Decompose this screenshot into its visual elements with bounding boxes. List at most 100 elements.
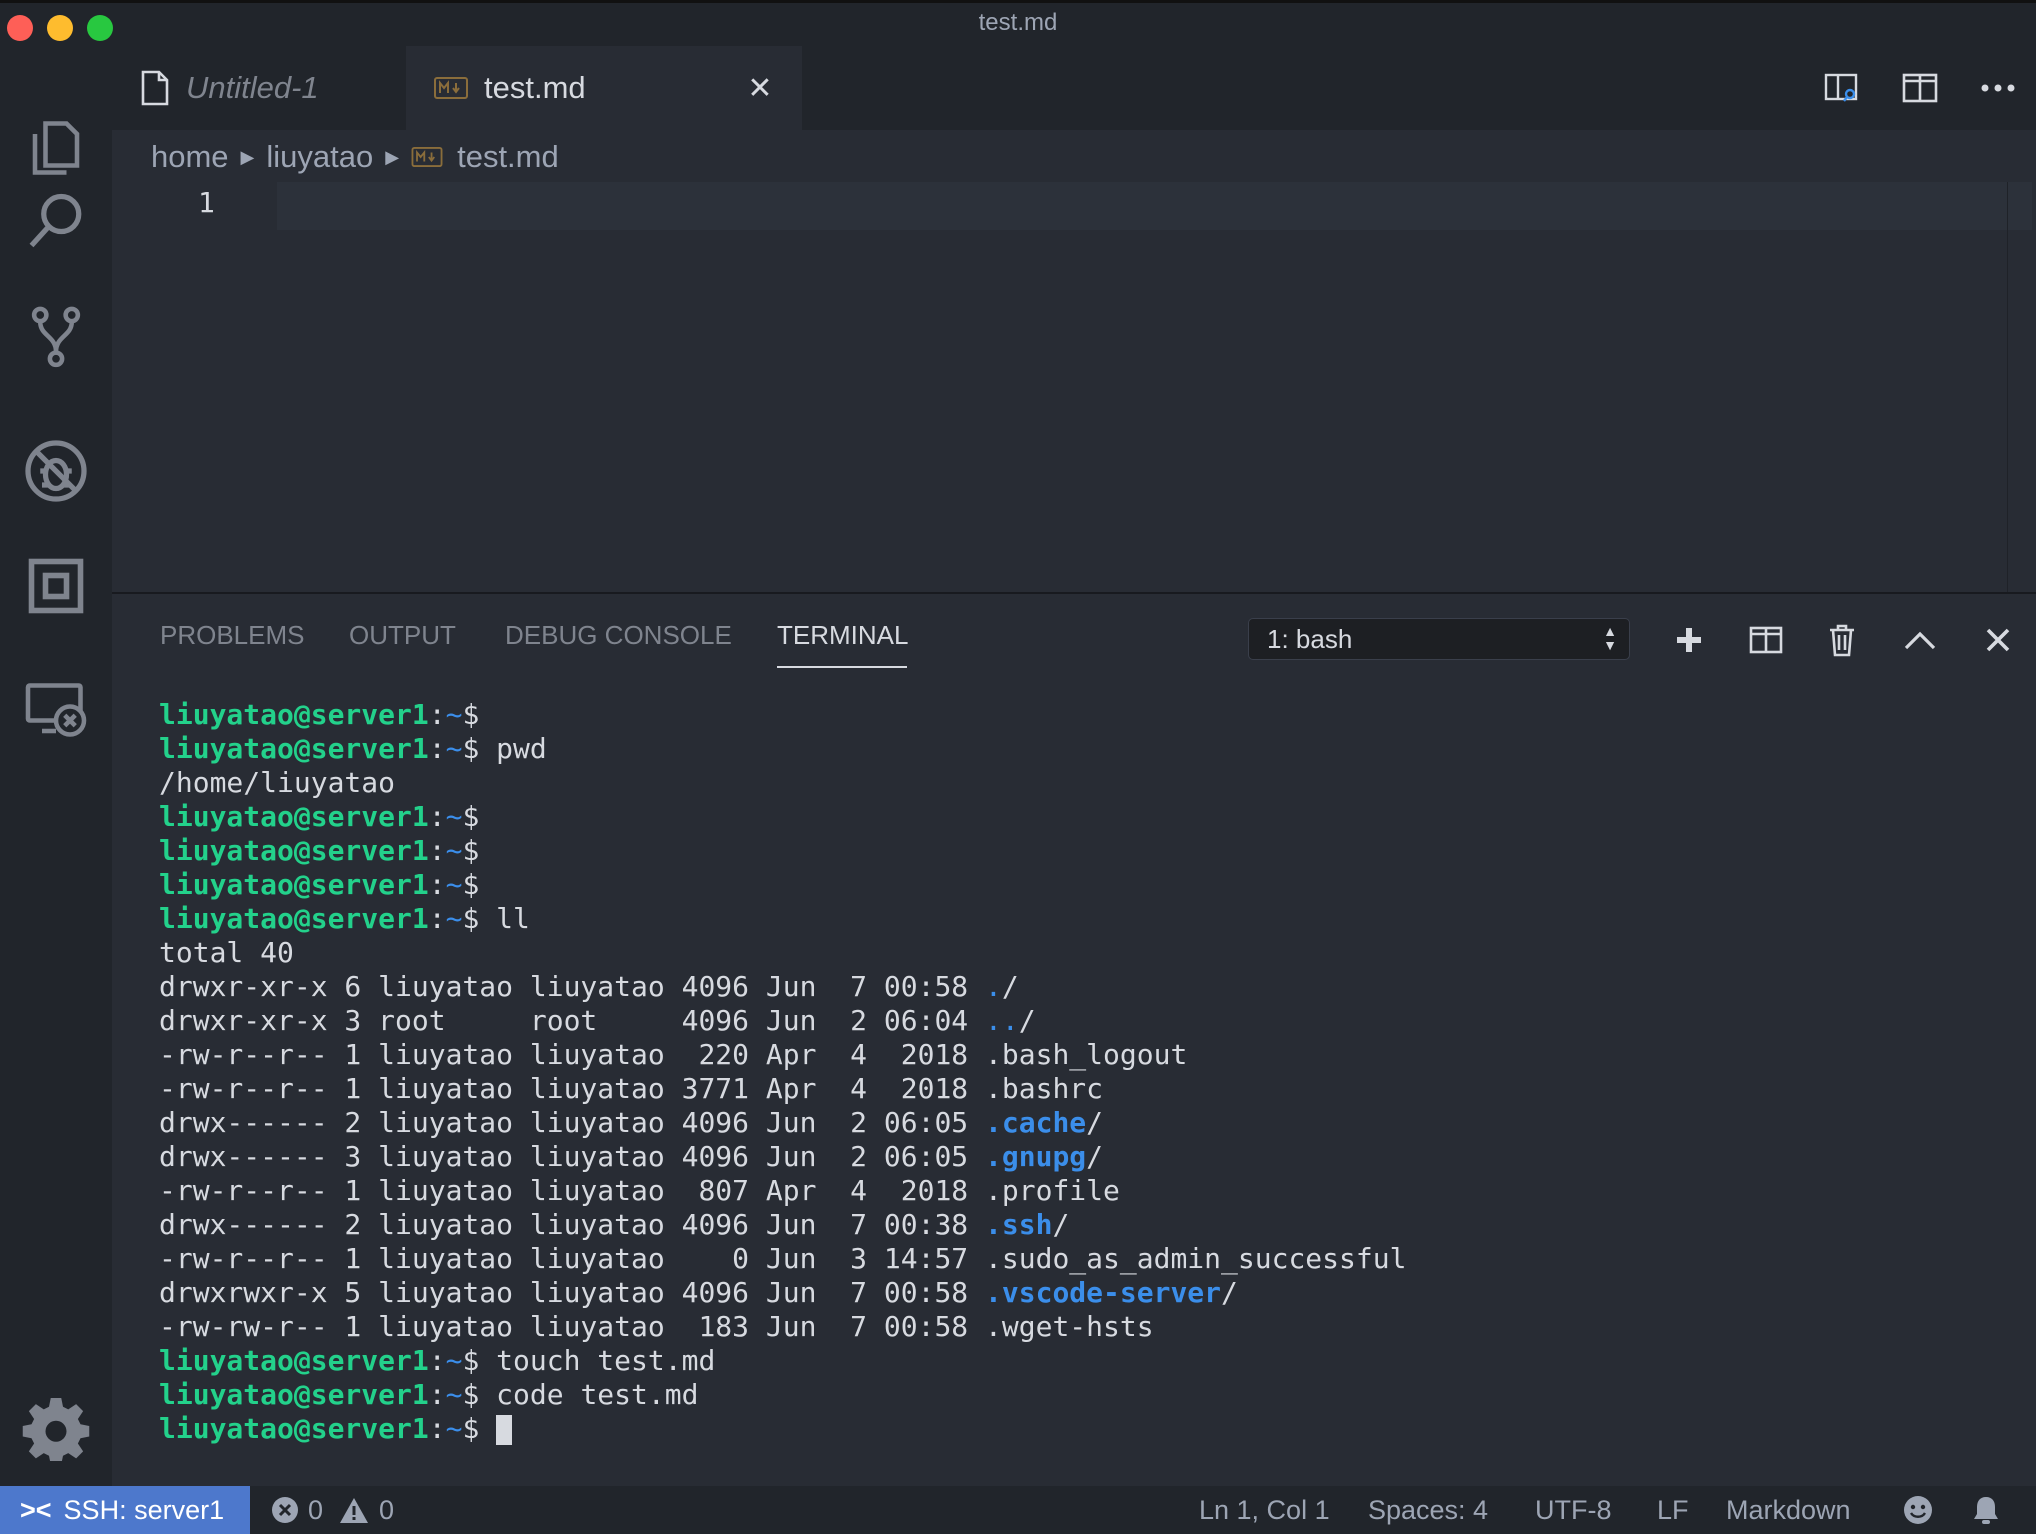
tab-untitled-1[interactable]: Untitled-1 xyxy=(112,46,402,130)
ls-entry-meta: drwx------ 3 liuyatao liuyatao 4096 Jun … xyxy=(159,1140,986,1173)
markdown-icon xyxy=(411,147,443,167)
chevron-up-icon[interactable] xyxy=(1898,618,1942,662)
prompt-colon: : xyxy=(428,902,446,935)
terminal-line: drwx------ 3 liuyatao liuyatao 4096 Jun … xyxy=(159,1140,1959,1174)
error-icon xyxy=(272,1497,298,1523)
prompt-user: liuyatao@server1 xyxy=(159,800,429,833)
ls-entry-meta: drwxrwxr-x 5 liuyatao liuyatao 4096 Jun … xyxy=(159,1276,986,1309)
indentation[interactable]: Spaces: 4 xyxy=(1368,1486,1488,1534)
notifications-bell-icon[interactable] xyxy=(1971,1486,2001,1534)
ls-entry-name: .profile xyxy=(985,1174,1120,1207)
terminal-line: /home/liuyatao xyxy=(159,766,1959,800)
remote-icon: >< xyxy=(20,1494,52,1525)
terminal-line: drwxr-xr-x 6 liuyatao liuyatao 4096 Jun … xyxy=(159,970,1959,1004)
encoding[interactable]: UTF-8 xyxy=(1535,1486,1612,1534)
breadcrumb: home ▶ liuyatao ▶ test.md xyxy=(151,134,559,180)
ls-entry-suffix: / xyxy=(1086,1106,1104,1139)
prompt-path: ~ xyxy=(445,834,463,867)
command-text: ll xyxy=(479,902,530,935)
tab-test-md[interactable]: test.md ✕ xyxy=(406,46,802,130)
breadcrumb-item-home[interactable]: home xyxy=(151,139,229,175)
end-of-line[interactable]: LF xyxy=(1657,1486,1689,1534)
ls-entry-meta: drwx------ 2 liuyatao liuyatao 4096 Jun … xyxy=(159,1106,986,1139)
prompt-user: liuyatao@server1 xyxy=(159,1412,429,1445)
prompt-symbol: $ xyxy=(462,1378,480,1411)
close-tab-icon[interactable]: ✕ xyxy=(740,68,780,108)
activity-bar xyxy=(0,46,112,1486)
tab-output[interactable]: OUTPUT xyxy=(349,620,456,651)
prompt-colon: : xyxy=(428,1378,446,1411)
source-control-icon[interactable] xyxy=(16,296,96,376)
breadcrumb-item-liuyatao[interactable]: liuyatao xyxy=(266,139,373,175)
prompt-path: ~ xyxy=(445,698,463,731)
debug-icon[interactable] xyxy=(16,431,96,511)
command-text xyxy=(479,1412,496,1445)
files-icon[interactable] xyxy=(16,108,96,188)
ls-entry-meta: -rw-r--r-- 1 liuyatao liuyatao 807 Apr 4… xyxy=(159,1174,986,1207)
terminal-line: -rw-rw-r-- 1 liuyatao liuyatao 183 Jun 7… xyxy=(159,1310,1959,1344)
terminal-line: liuyatao@server1:~$ xyxy=(159,800,1959,834)
ls-entry-name: .ssh xyxy=(985,1208,1053,1241)
terminal-line: -rw-r--r-- 1 liuyatao liuyatao 3771 Apr … xyxy=(159,1072,1959,1106)
current-line-highlight xyxy=(277,182,2032,230)
terminal-line: -rw-r--r-- 1 liuyatao liuyatao 220 Apr 4… xyxy=(159,1038,1959,1072)
more-actions-icon[interactable] xyxy=(1976,66,2020,110)
terminal-line: drwx------ 2 liuyatao liuyatao 4096 Jun … xyxy=(159,1106,1959,1140)
ls-entry-meta: drwx------ 2 liuyatao liuyatao 4096 Jun … xyxy=(159,1208,986,1241)
breadcrumb-item-test-md[interactable]: test.md xyxy=(457,139,559,175)
status-bar: >< SSH: server1 0 0 Ln 1, Col 1 Spaces: … xyxy=(0,1486,2036,1534)
terminal-line: drwxr-xr-x 3 root root 4096 Jun 2 06:04 … xyxy=(159,1004,1959,1038)
search-icon[interactable] xyxy=(16,181,96,261)
tab-problems[interactable]: PROBLEMS xyxy=(160,620,305,651)
remote-explorer-icon[interactable] xyxy=(16,670,96,750)
tab-label: test.md xyxy=(484,70,586,105)
prompt-user: liuyatao@server1 xyxy=(159,1378,429,1411)
ls-entry-suffix: / xyxy=(1018,1004,1036,1037)
ls-entry-name: .bash_logout xyxy=(985,1038,1188,1071)
tab-terminal[interactable]: TERMINAL xyxy=(777,620,908,651)
split-editor-icon[interactable] xyxy=(1898,66,1942,110)
terminal-cursor xyxy=(496,1415,513,1445)
prompt-path: ~ xyxy=(445,1412,463,1445)
output-text: /home/liuyatao xyxy=(159,766,396,799)
tab-debug-console[interactable]: DEBUG CONSOLE xyxy=(505,620,732,651)
close-icon[interactable] xyxy=(1976,618,2020,662)
output-text: total 40 xyxy=(159,936,294,969)
terminal-line: -rw-r--r-- 1 liuyatao liuyatao 807 Apr 4… xyxy=(159,1174,1959,1208)
prompt-colon: : xyxy=(428,800,446,833)
prompt-symbol: $ xyxy=(462,902,480,935)
gear-icon[interactable] xyxy=(16,1386,96,1466)
file-icon xyxy=(140,70,170,106)
editor-tab-bar: Untitled-1 test.md ✕ xyxy=(112,46,2036,130)
command-text: pwd xyxy=(479,732,547,765)
prompt-symbol: $ xyxy=(462,1344,480,1377)
prompt-user: liuyatao@server1 xyxy=(159,902,429,935)
prompt-colon: : xyxy=(428,698,446,731)
terminal-line: drwx------ 2 liuyatao liuyatao 4096 Jun … xyxy=(159,1208,1959,1242)
prompt-path: ~ xyxy=(445,800,463,833)
feedback-smiley-icon[interactable] xyxy=(1902,1486,1934,1534)
prompt-colon: : xyxy=(428,1412,446,1445)
ls-entry-name: .bashrc xyxy=(985,1072,1104,1105)
plus-icon[interactable] xyxy=(1667,618,1711,662)
warning-icon xyxy=(340,1498,369,1523)
chevron-right-icon: ▶ xyxy=(385,146,400,167)
editor-area[interactable]: 1 xyxy=(112,182,2036,592)
problems-indicator[interactable]: 0 0 xyxy=(270,1486,394,1534)
select-arrows-icon: ▲ ▼ xyxy=(1603,623,1617,653)
terminal-select[interactable]: 1: bash ▲ ▼ xyxy=(1248,618,1630,660)
extensions-icon[interactable] xyxy=(16,546,96,626)
open-preview-icon[interactable] xyxy=(1820,66,1864,110)
editor-scrollbar[interactable] xyxy=(2007,182,2036,592)
remote-indicator[interactable]: >< SSH: server1 xyxy=(0,1486,250,1534)
prompt-symbol: $ xyxy=(462,732,480,765)
language-mode[interactable]: Markdown xyxy=(1726,1486,1851,1534)
prompt-user: liuyatao@server1 xyxy=(159,1344,429,1377)
trash-icon[interactable] xyxy=(1820,618,1864,662)
terminal-line: -rw-r--r-- 1 liuyatao liuyatao 0 Jun 3 1… xyxy=(159,1242,1959,1276)
split-terminal-icon[interactable] xyxy=(1744,618,1788,662)
cursor-position[interactable]: Ln 1, Col 1 xyxy=(1199,1486,1330,1534)
prompt-symbol: $ xyxy=(462,800,480,833)
prompt-user: liuyatao@server1 xyxy=(159,698,429,731)
terminal-output[interactable]: liuyatao@server1:~$ liuyatao@server1:~$ p… xyxy=(159,698,1959,1446)
